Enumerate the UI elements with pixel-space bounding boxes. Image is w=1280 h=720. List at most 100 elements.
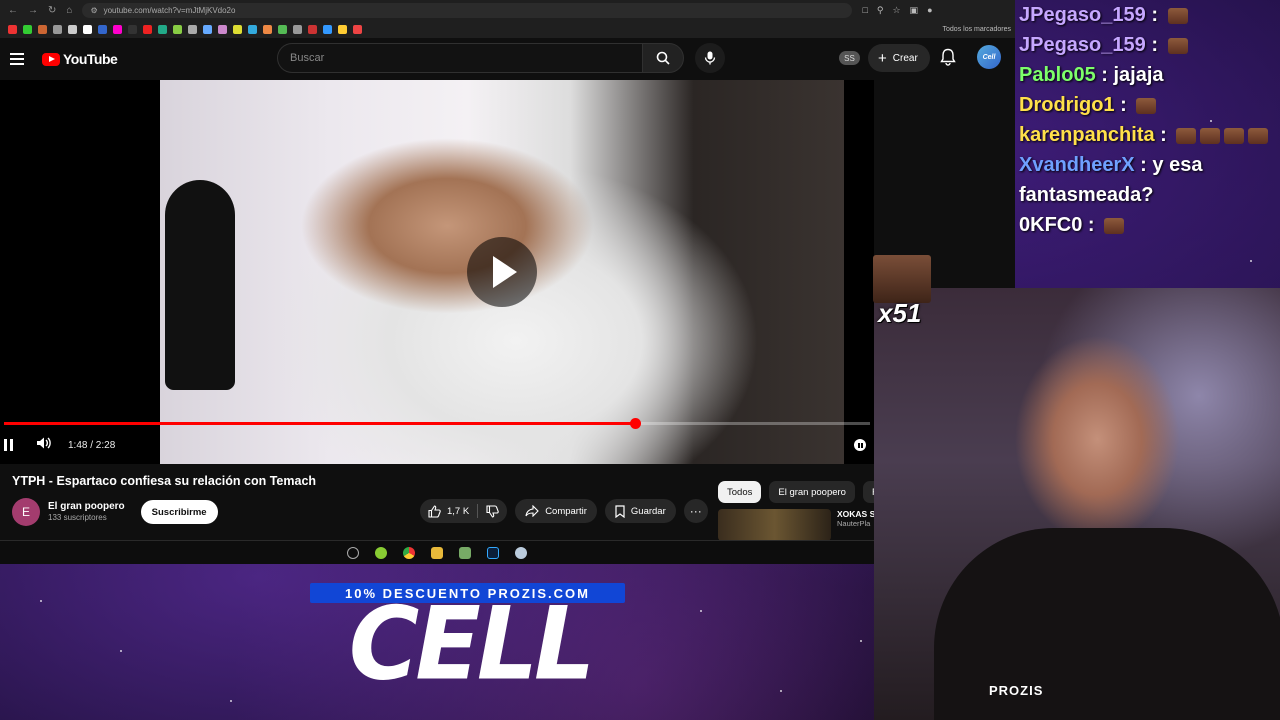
reload-icon[interactable]: ↻	[48, 5, 56, 16]
save-button[interactable]: Guardar	[604, 499, 676, 523]
like-button[interactable]: 1,7 K	[420, 499, 477, 523]
create-button[interactable]: + Crear	[868, 44, 930, 72]
bookmark-icon[interactable]	[263, 24, 272, 34]
search-button[interactable]	[642, 43, 684, 73]
bookmark-icon[interactable]	[188, 24, 197, 34]
bookmark-icon[interactable]	[278, 24, 287, 34]
search-input[interactable]	[277, 43, 642, 73]
emote-icon	[1200, 127, 1221, 144]
channel-name[interactable]: El gran poopero	[48, 501, 125, 513]
chat-message: Drodrigo1 :	[1015, 90, 1280, 120]
bookmark-icon[interactable]	[173, 24, 182, 34]
video-title: YTPH - Espartaco confiesa su relación co…	[12, 474, 317, 488]
forward-icon[interactable]: →	[28, 5, 38, 16]
like-dislike-group: 1,7 K	[420, 499, 508, 523]
bookmark-icon[interactable]	[8, 24, 17, 34]
recommended-channel: NauterPla	[837, 519, 871, 528]
app-icon[interactable]	[375, 546, 387, 559]
bookmark-icon[interactable]	[68, 24, 77, 34]
bookmark-icon[interactable]	[143, 24, 152, 34]
bookmark-icon[interactable]	[158, 24, 167, 34]
plus-icon: +	[878, 49, 887, 67]
extensions-icon[interactable]: ▣	[910, 5, 919, 16]
home-icon[interactable]: ⌂	[66, 5, 72, 16]
big-play-button[interactable]	[467, 237, 537, 307]
dislike-button[interactable]	[478, 499, 507, 523]
steam-icon[interactable]	[347, 546, 359, 559]
bookmark-icon[interactable]	[338, 24, 347, 34]
chat-username[interactable]: Pablo05	[1019, 64, 1096, 86]
shirt-logo-text: PROZIS	[989, 683, 1044, 698]
menu-icon[interactable]	[10, 53, 24, 65]
voice-search-button[interactable]	[695, 43, 725, 73]
related-chips: Todos El gran poopero Re	[718, 481, 894, 503]
bookmark-icon[interactable]	[203, 24, 212, 34]
profile-icon[interactable]: ●	[927, 5, 932, 16]
zoom-icon[interactable]: ⚲	[877, 5, 884, 16]
chip-all[interactable]: Todos	[718, 481, 762, 503]
volume-icon[interactable]	[36, 436, 52, 455]
notifications-button[interactable]	[940, 48, 956, 71]
channel-avatar[interactable]: E	[12, 498, 40, 526]
pause-icon[interactable]	[4, 439, 14, 451]
url-input[interactable]: ⚙ youtube.com/watch?v=mJtMjKVdo2o	[82, 2, 853, 18]
bookmark-icon[interactable]	[308, 24, 317, 34]
bookmark-icon[interactable]	[323, 24, 332, 34]
search-icon	[656, 51, 670, 65]
time-display: 1:48 / 2:28	[68, 439, 116, 451]
emote-icon	[1167, 7, 1188, 24]
share-button[interactable]: Compartir	[515, 499, 597, 523]
chat-username[interactable]: Drodrigo1	[1019, 94, 1115, 116]
bookmark-icon[interactable]	[353, 24, 362, 34]
bookmark-icon[interactable]	[38, 24, 47, 34]
more-actions-icon[interactable]: ···	[683, 499, 708, 523]
bookmark-icon[interactable]	[98, 24, 107, 34]
play-icon	[493, 256, 517, 288]
emote-icon	[1176, 127, 1197, 144]
chat-username[interactable]: XvandheerX	[1019, 154, 1135, 176]
install-icon[interactable]: □	[862, 5, 867, 16]
account-avatar[interactable]: Cell	[977, 45, 1001, 69]
bookmark-icon[interactable]	[53, 24, 62, 34]
chip-channel[interactable]: El gran poopero	[769, 481, 855, 503]
bookmark-icon[interactable]	[128, 24, 137, 34]
chrome-icon[interactable]	[403, 546, 415, 559]
chat-username[interactable]: JPegaso_159	[1019, 4, 1146, 26]
bookmark-icon[interactable]	[83, 24, 92, 34]
bookmark-icon[interactable]	[293, 24, 302, 34]
recommended-video[interactable]: XOKAS S NauterPla	[718, 509, 875, 541]
video-player[interactable]: 1:48 / 2:28	[0, 80, 874, 464]
progress-bar[interactable]	[4, 418, 870, 429]
bookmark-star-icon[interactable]: ☆	[892, 5, 900, 16]
autoplay-toggle[interactable]	[854, 439, 866, 451]
app-icon[interactable]	[459, 546, 471, 559]
browser-window: ← → ↻ ⌂ ⚙ youtube.com/watch?v=mJtMjKVdo2…	[0, 0, 1015, 564]
bookmark-icon[interactable]	[218, 24, 227, 34]
bookmarks-bar: Todos los marcadores	[0, 20, 1015, 38]
emote-icon	[1248, 127, 1269, 144]
bookmark-icon[interactable]	[23, 24, 32, 34]
chat-username[interactable]: karenpanchita	[1019, 124, 1155, 146]
back-icon[interactable]: ←	[8, 5, 18, 16]
folder-icon[interactable]	[431, 546, 443, 559]
bookmark-icon[interactable]	[113, 24, 122, 34]
app-icon[interactable]	[515, 546, 527, 559]
recommended-thumbnail[interactable]	[718, 509, 831, 541]
microphone-icon	[704, 51, 716, 65]
chat-message: JPegaso_159 :	[1015, 30, 1280, 60]
brand-logo: CELL	[348, 585, 595, 703]
ss-badge[interactable]: SS	[839, 51, 860, 65]
youtube-logo[interactable]: YouTube	[42, 51, 118, 67]
site-info-icon[interactable]: ⚙	[90, 6, 97, 15]
recommended-title[interactable]: XOKAS S	[837, 509, 875, 519]
all-bookmarks-folder[interactable]: Todos los marcadores	[943, 26, 1011, 33]
chat-message: JPegaso_159 :	[1015, 0, 1280, 30]
subscribe-button[interactable]: Suscribirme	[140, 500, 218, 524]
thumbs-up-icon	[428, 504, 441, 518]
bookmark-icon[interactable]	[248, 24, 257, 34]
chat-username[interactable]: 0KFC0	[1019, 214, 1082, 236]
bookmark-icon[interactable]	[233, 24, 242, 34]
photoshop-icon[interactable]	[487, 546, 499, 559]
bell-icon	[940, 48, 956, 66]
chat-username[interactable]: JPegaso_159	[1019, 34, 1146, 56]
